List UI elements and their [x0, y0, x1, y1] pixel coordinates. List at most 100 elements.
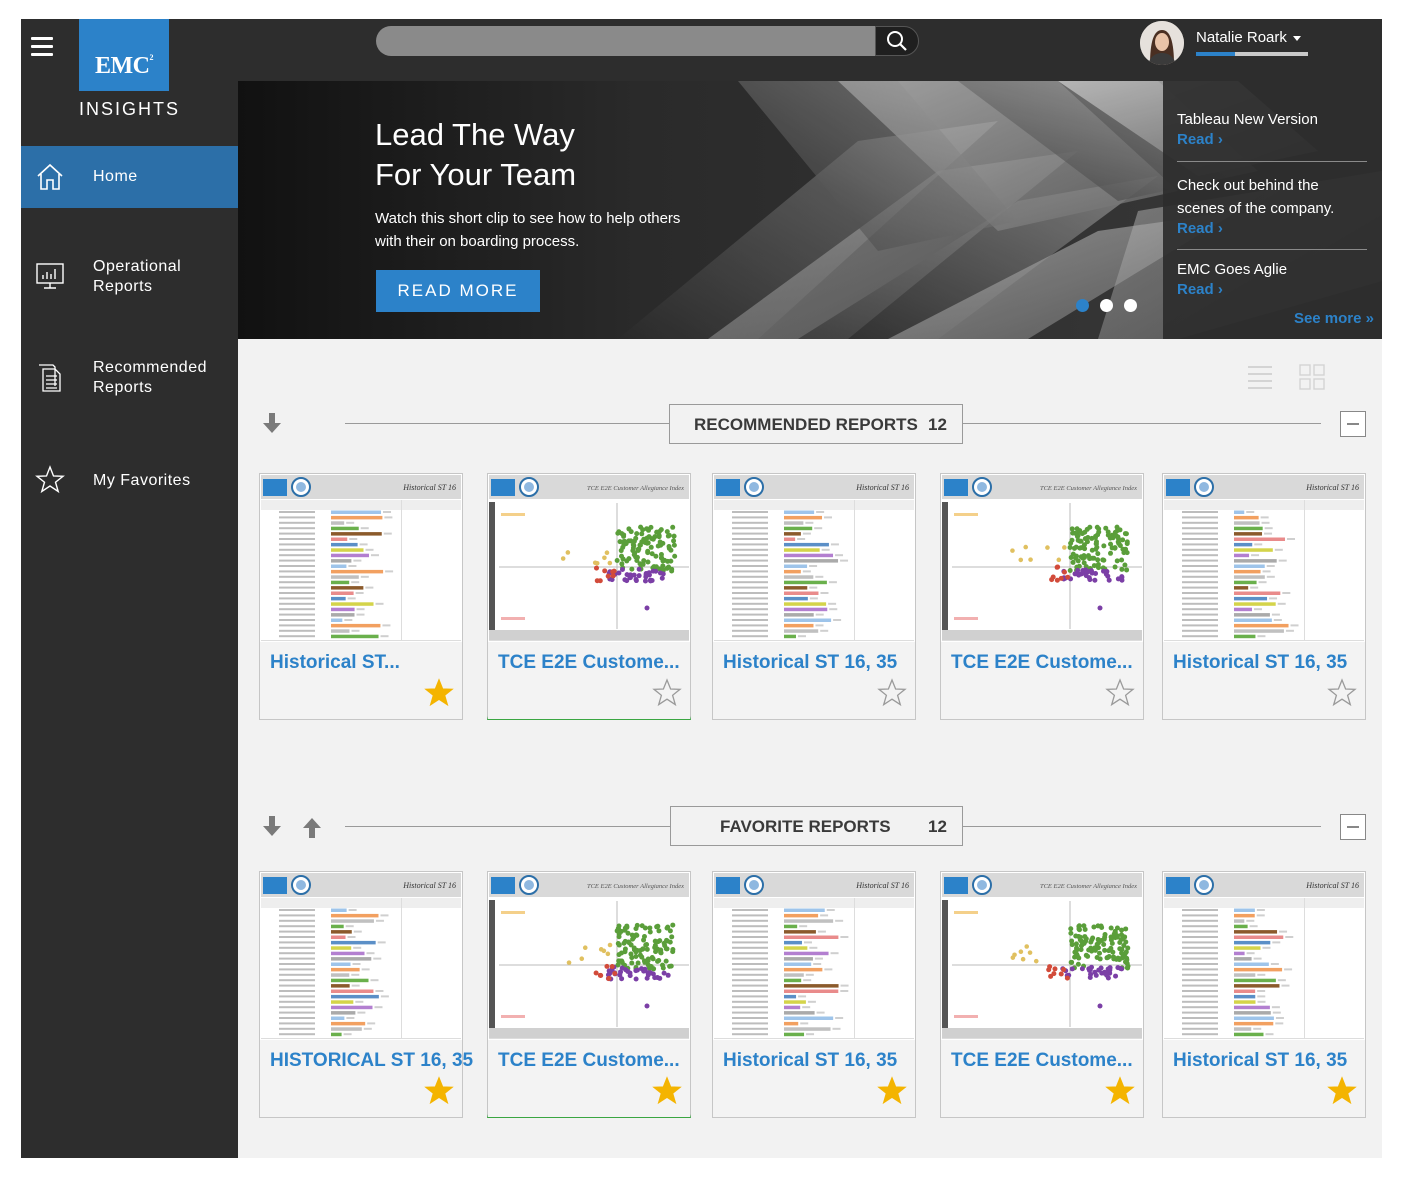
star-filled-icon[interactable]: [1327, 1076, 1357, 1106]
move-up-icon[interactable]: [299, 814, 325, 840]
report-thumbnail: Historical ST 16: [714, 873, 914, 1039]
divider: [1177, 249, 1367, 250]
see-more-link[interactable]: See more »: [1294, 310, 1374, 327]
report-thumbnail: Historical ST 16: [261, 475, 461, 641]
card-footer: Historical ST 16, 35: [713, 1040, 915, 1117]
hero-banner: Lead The Way For Your Team Watch this sh…: [238, 81, 1382, 339]
search-input[interactable]: [376, 26, 875, 56]
avatar[interactable]: [1140, 21, 1184, 65]
sidebar-item-my-favorites[interactable]: My Favorites: [21, 457, 238, 503]
report-card[interactable]: Historical ST 16 Historical ST 16, 35: [1162, 473, 1366, 720]
minus-icon: [1347, 826, 1359, 828]
collapse-button[interactable]: [1340, 411, 1366, 437]
search-icon: [887, 31, 907, 51]
star-outline-icon[interactable]: [1327, 678, 1357, 708]
svg-text:Historical ST 16: Historical ST 16: [855, 881, 909, 890]
report-card[interactable]: Historical ST 16 HISTORICAL ST 16, 35: [259, 871, 473, 1118]
svg-text:Historical ST 16: Historical ST 16: [1305, 483, 1359, 492]
avatar-image: [1140, 21, 1184, 65]
report-card[interactable]: TCE E2E Customer Allegiance Index TCE E2E…: [487, 473, 691, 720]
emc-logo[interactable]: EMC2: [79, 19, 169, 91]
documents-icon: [39, 364, 61, 392]
report-title[interactable]: TCE E2E Custome...: [498, 1050, 680, 1072]
user-menu[interactable]: Natalie Roark: [1196, 29, 1301, 46]
move-down-icon[interactable]: [259, 814, 285, 840]
news-item: Check out behind the scenes of the compa…: [1177, 174, 1367, 237]
read-more-button[interactable]: READ MORE: [376, 270, 540, 312]
star-filled-icon[interactable]: [424, 678, 454, 708]
report-title[interactable]: TCE E2E Custome...: [951, 1050, 1133, 1072]
report-card[interactable]: TCE E2E Customer Allegiance Index TCE E2E…: [940, 473, 1144, 720]
bar-report-thumbnail: Historical ST 16: [1164, 873, 1364, 1038]
sidebar-item-recommended-reports[interactable]: Recommended Reports: [21, 342, 238, 412]
bar-report-thumbnail: Historical ST 16: [1164, 475, 1364, 640]
report-title[interactable]: TCE E2E Custome...: [498, 652, 680, 674]
logo-text: EMC: [95, 53, 150, 79]
news-read-link[interactable]: Read ›: [1177, 220, 1367, 237]
report-card[interactable]: TCE E2E Customer Allegiance Index TCE E2E…: [940, 871, 1144, 1118]
grid-view-icon[interactable]: [1299, 364, 1325, 390]
bar-report-thumbnail: Historical ST 16: [714, 873, 914, 1038]
hero-title-line2: For Your Team: [375, 157, 577, 192]
carousel-dot[interactable]: [1100, 299, 1113, 312]
user-progress-bar: [1196, 52, 1308, 56]
star-filled-icon[interactable]: [877, 1076, 907, 1106]
news-item: Tableau New Version Read ›: [1177, 108, 1367, 148]
report-thumbnail: TCE E2E Customer Allegiance Index: [942, 475, 1142, 641]
monitor-chart-icon: [36, 263, 64, 289]
card-footer: Historical ST 16, 35: [713, 642, 915, 719]
home-icon: [37, 163, 63, 190]
top-bar: Natalie Roark: [238, 19, 1382, 81]
bar-report-thumbnail: Historical ST 16: [261, 873, 461, 1038]
move-down-icon[interactable]: [259, 411, 285, 437]
report-card[interactable]: TCE E2E Customer Allegiance Index TCE E2E…: [487, 871, 691, 1118]
report-title[interactable]: HISTORICAL ST 16, 35: [270, 1050, 473, 1072]
minus-icon: [1347, 423, 1359, 425]
svg-text:TCE E2E Customer Allegiance In: TCE E2E Customer Allegiance Index: [1040, 883, 1137, 890]
star-outline-icon[interactable]: [877, 678, 907, 708]
search-button[interactable]: [875, 26, 919, 56]
report-title[interactable]: Historical ST 16, 35: [723, 652, 897, 674]
report-card[interactable]: Historical ST 16 Historical ST...: [259, 473, 463, 720]
report-thumbnail: TCE E2E Customer Allegiance Index: [489, 475, 689, 641]
report-title[interactable]: Historical ST...: [270, 652, 400, 674]
hero-subtitle: Watch this short clip to see how to help…: [375, 210, 681, 250]
report-title[interactable]: Historical ST 16, 35: [723, 1050, 897, 1072]
report-title[interactable]: TCE E2E Custome...: [951, 652, 1133, 674]
report-thumbnail: Historical ST 16: [714, 475, 914, 641]
svg-text:TCE E2E Customer Allegiance In: TCE E2E Customer Allegiance Index: [587, 883, 684, 890]
card-footer: TCE E2E Custome...: [941, 1040, 1143, 1117]
report-card[interactable]: Historical ST 16 Historical ST 16, 35: [712, 473, 916, 720]
section-title: FAVORITE REPORTS: [720, 817, 891, 836]
user-progress-fill: [1196, 52, 1236, 56]
divider: [963, 826, 1321, 827]
sidebar: EMC2 INSIGHTS Home Operational Reports R…: [21, 19, 238, 1158]
sidebar-item-label-text: Recommended Reports: [93, 359, 207, 396]
svg-text:Historical ST 16: Historical ST 16: [402, 483, 456, 492]
sidebar-item-home[interactable]: Home: [21, 146, 238, 208]
star-filled-icon[interactable]: [1105, 1076, 1135, 1106]
divider: [1177, 161, 1367, 162]
report-title[interactable]: Historical ST 16, 35: [1173, 1050, 1347, 1072]
divider: [345, 423, 669, 424]
news-read-link[interactable]: Read ›: [1177, 281, 1367, 298]
svg-text:TCE E2E Customer Allegiance In: TCE E2E Customer Allegiance Index: [587, 485, 684, 492]
star-outline-icon[interactable]: [652, 678, 682, 708]
section-title: RECOMMENDED REPORTS: [694, 415, 918, 434]
star-filled-icon[interactable]: [424, 1076, 454, 1106]
news-title: EMC Goes Aglie: [1177, 261, 1288, 278]
list-view-icon[interactable]: [1247, 364, 1273, 390]
sidebar-item-operational-reports[interactable]: Operational Reports: [21, 241, 238, 311]
carousel-dot[interactable]: [1076, 299, 1089, 312]
collapse-button[interactable]: [1340, 814, 1366, 840]
star-filled-icon[interactable]: [652, 1076, 682, 1106]
sidebar-item-label: My Favorites: [93, 472, 191, 489]
report-title[interactable]: Historical ST 16, 35: [1173, 652, 1347, 674]
carousel-dot[interactable]: [1124, 299, 1137, 312]
section-count: 12: [928, 415, 947, 434]
report-card[interactable]: Historical ST 16 Historical ST 16, 35: [712, 871, 916, 1118]
news-read-link[interactable]: Read ›: [1177, 131, 1367, 148]
menu-icon[interactable]: [31, 37, 53, 57]
report-card[interactable]: Historical ST 16 Historical ST 16, 35: [1162, 871, 1366, 1118]
star-outline-icon[interactable]: [1105, 678, 1135, 708]
